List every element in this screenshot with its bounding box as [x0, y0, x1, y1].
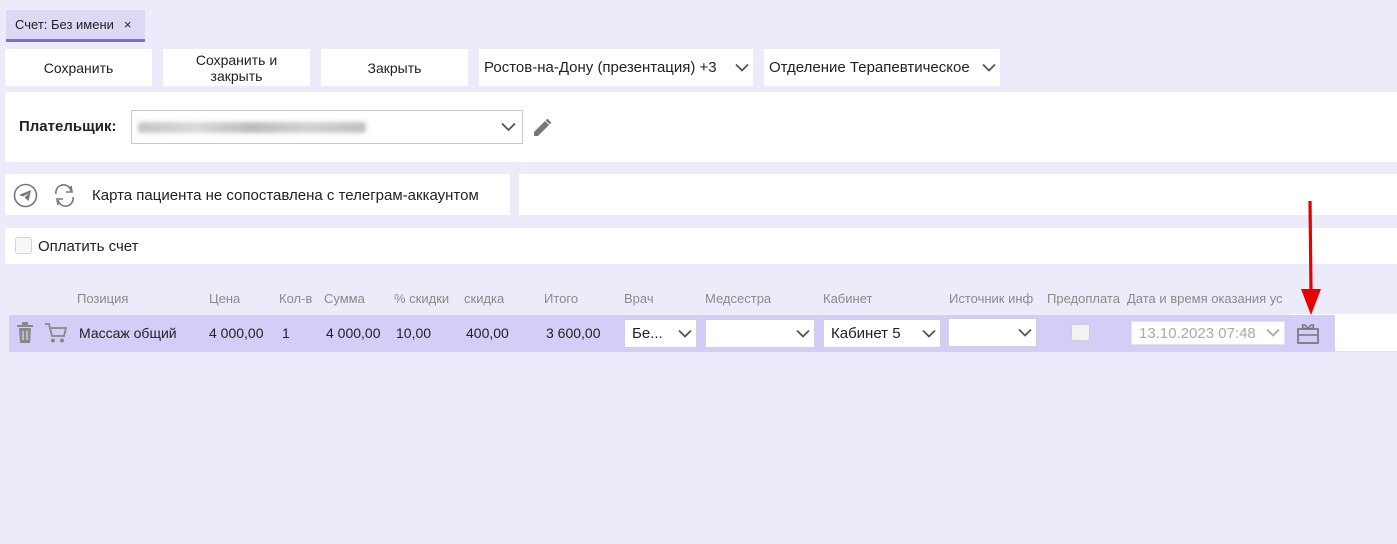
prepay-checkbox[interactable] — [1071, 324, 1090, 341]
location-value: Ростов-на-Дону (презентация) +3 — [484, 59, 717, 76]
col-discount-pct: % скидки — [394, 291, 450, 306]
close-icon[interactable]: × — [124, 17, 132, 32]
col-position: Позиция — [77, 291, 129, 306]
pencil-icon[interactable] — [531, 117, 553, 139]
trash-icon[interactable] — [15, 322, 35, 344]
pay-label: Оплатить счет — [38, 238, 139, 255]
gift-icon[interactable] — [1296, 320, 1320, 345]
datetime-value: 13.10.2023 07:48 — [1139, 324, 1256, 342]
chevron-down-icon — [922, 329, 936, 338]
payer-label: Плательщик: — [19, 118, 117, 135]
telegram-status: Карта пациента не сопоставлена с телегра… — [92, 187, 479, 204]
col-source: Источник инф — [949, 291, 1034, 306]
chevron-down-icon — [796, 329, 810, 338]
spacer — [5, 215, 1397, 228]
chevron-down-icon — [735, 63, 749, 72]
col-sum: Сумма — [324, 291, 365, 306]
col-doctor: Врач — [624, 291, 654, 306]
cabinet-select[interactable]: Кабинет 5 — [823, 319, 941, 348]
chevron-down-icon — [1018, 328, 1032, 337]
payer-select[interactable] — [131, 110, 523, 144]
refresh-icon[interactable] — [52, 184, 77, 207]
telegram-side-panel — [519, 174, 1397, 215]
cell-sum: 4 000,00 — [326, 325, 381, 341]
save-close-button[interactable]: Сохранить и закрыть — [163, 49, 310, 86]
payer-value-blurred — [138, 122, 366, 133]
cabinet-value: Кабинет 5 — [831, 325, 901, 342]
col-qty: Кол-в — [279, 291, 313, 306]
spacer — [5, 162, 1397, 174]
close-button[interactable]: Закрыть — [321, 49, 468, 86]
chevron-down-icon — [982, 63, 996, 72]
col-price: Цена — [209, 291, 241, 306]
chevron-down-icon — [678, 329, 692, 338]
nurse-select[interactable] — [705, 319, 815, 348]
cell-discount-pct: 10,00 — [396, 325, 432, 341]
tab-bar — [0, 0, 1397, 42]
source-select[interactable] — [948, 318, 1037, 347]
spacer — [510, 174, 519, 215]
col-nurse: Медсестра — [705, 291, 772, 306]
col-total: Итого — [544, 291, 579, 306]
cell-discount: 400,00 — [466, 325, 509, 341]
chevron-down-icon — [501, 122, 516, 132]
pay-checkbox[interactable] — [15, 237, 32, 254]
chevron-down-icon — [1266, 328, 1280, 337]
doctor-value: Бе... — [632, 325, 663, 342]
cell-price: 4 000,00 — [209, 325, 264, 341]
telegram-icon[interactable] — [13, 183, 38, 208]
cell-qty: 1 — [282, 325, 290, 341]
location-select[interactable]: Ростов-на-Дону (презентация) +3 — [479, 49, 753, 86]
save-button[interactable]: Сохранить — [5, 49, 152, 86]
col-cabinet: Кабинет — [823, 291, 873, 306]
pay-panel — [5, 228, 1397, 264]
cell-position: Массаж общий — [79, 325, 177, 341]
datetime-select[interactable]: 13.10.2023 07:48 — [1131, 321, 1285, 345]
tab-document[interactable]: Счет: Без имени × — [6, 10, 145, 42]
cart-icon[interactable] — [44, 322, 68, 344]
doctor-select[interactable]: Бе... — [624, 319, 697, 348]
col-prepay: Предоплата — [1047, 291, 1120, 306]
col-discount: скидка — [464, 291, 505, 306]
col-datetime: Дата и время оказания ус — [1127, 291, 1283, 306]
cell-total: 3 600,00 — [546, 325, 601, 341]
tab-title: Счет: Без имени — [15, 17, 114, 32]
department-select[interactable]: Отделение Терапевтическое — [764, 49, 1000, 86]
red-arrow-annotation — [1301, 200, 1321, 315]
spacer — [5, 264, 1397, 275]
department-value: Отделение Терапевтическое — [769, 59, 970, 76]
